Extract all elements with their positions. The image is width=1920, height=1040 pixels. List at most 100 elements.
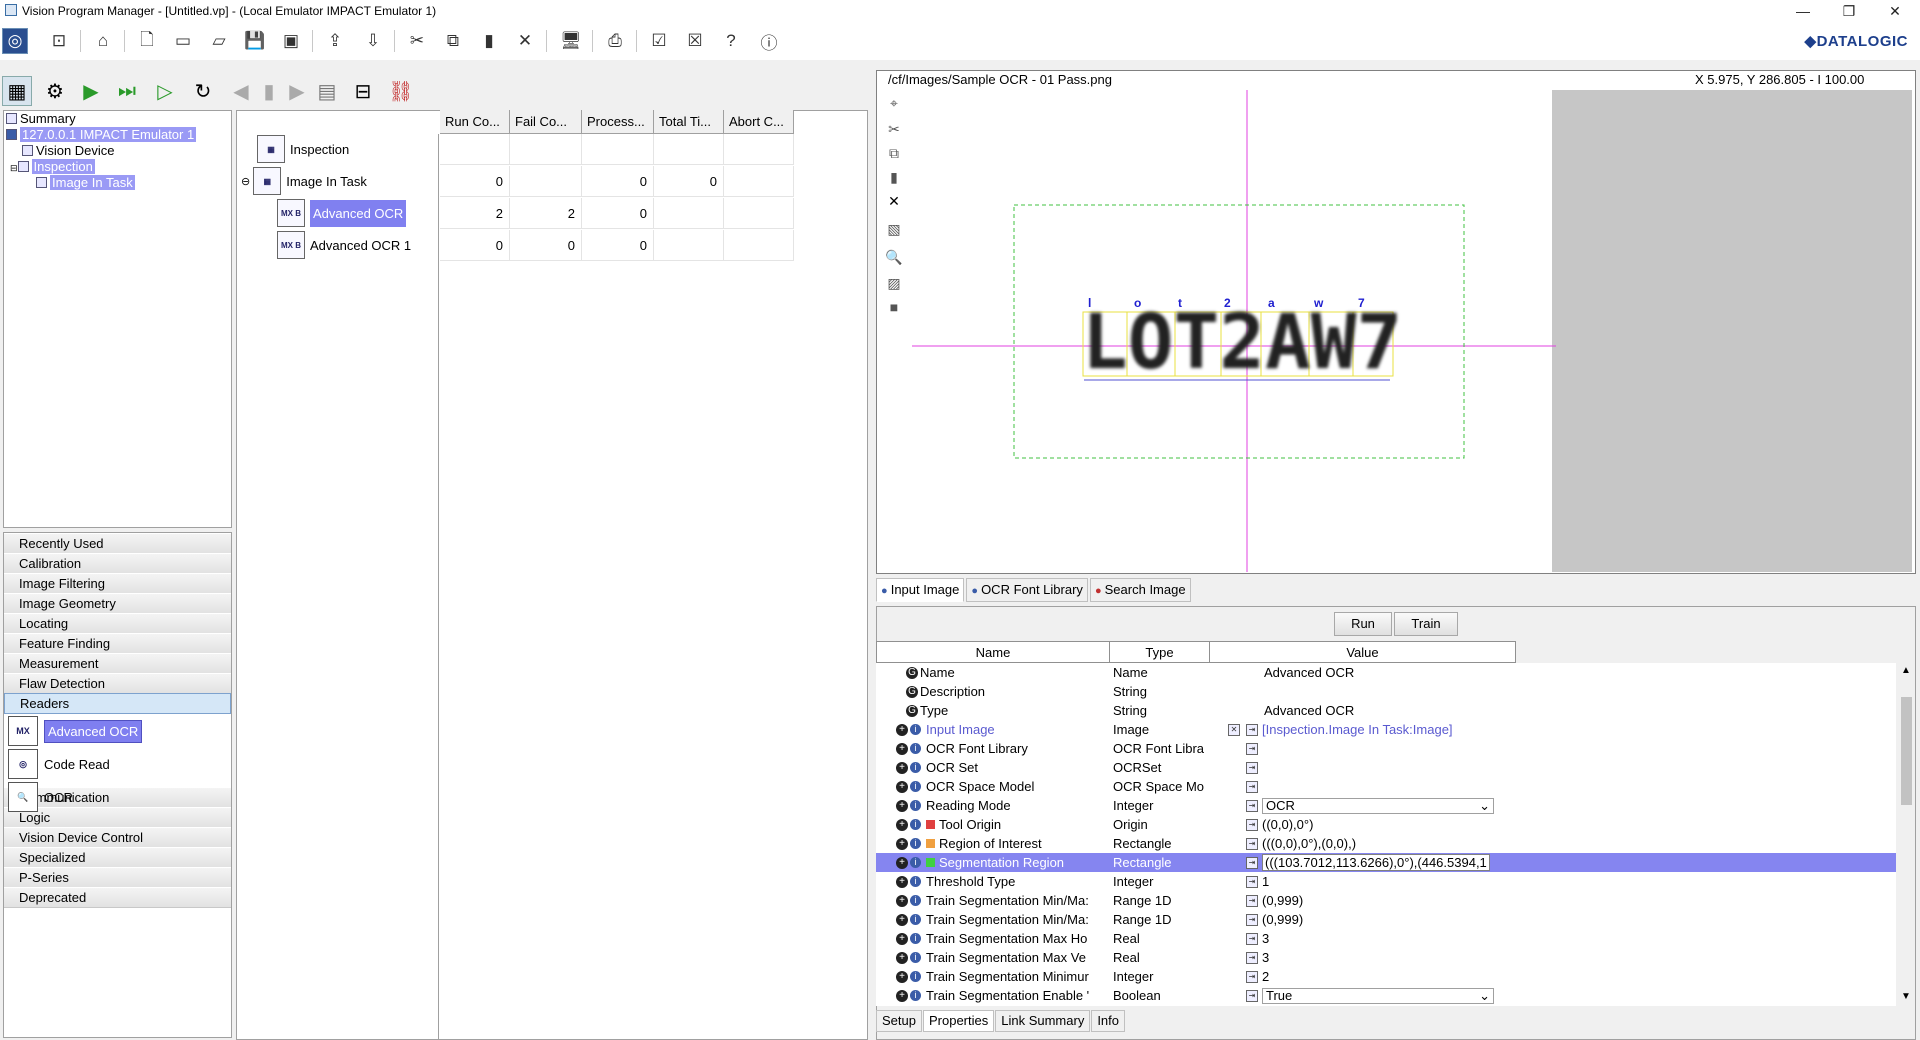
tab-input-image[interactable]: ● Input Image (876, 578, 965, 602)
link-icon[interactable]: ⇥ (1246, 837, 1258, 850)
delete-icon[interactable]: ✕ (512, 28, 538, 54)
zoom-icon[interactable]: 🔍 (885, 248, 903, 266)
tab-link-summary[interactable]: Link Summary (995, 1010, 1091, 1032)
property-value-cell[interactable]: ⇥ ((0,0),0°) (1210, 815, 1496, 834)
link-icon[interactable]: ⇥ (1246, 932, 1258, 945)
property-row[interactable]: + i OCR Set OCRSet ⇥ (876, 758, 1896, 777)
image-view-icon[interactable]: ▦ (2, 76, 32, 106)
link-icon[interactable]: ⇥ (1246, 989, 1258, 1002)
scroll-thumb[interactable] (1901, 697, 1912, 805)
tab-ocr-font-library[interactable]: ● OCR Font Library (966, 578, 1088, 602)
save-all-icon[interactable]: ▣ (278, 28, 304, 54)
link-icon[interactable]: ⇥ (1246, 875, 1258, 888)
property-row[interactable]: + i Region of Interest Rectangle ⇥ (((0,0),0°… (876, 834, 1896, 853)
expand-icon[interactable]: + (896, 894, 908, 907)
category-calibration[interactable]: Calibration (4, 553, 231, 574)
task-node[interactable]: MX B Advanced OCR (277, 198, 407, 228)
link-icon[interactable]: ⇥ (1246, 723, 1258, 736)
tree-device[interactable]: 127.0.0.1 IMPACT Emulator 1 (6, 127, 197, 142)
column-header[interactable]: Total Ti... (654, 110, 724, 134)
tool-ocr[interactable]: 🔍 OCR (8, 782, 73, 812)
tab-search-image[interactable]: ● Search Image (1089, 578, 1191, 602)
link-icon[interactable]: ⇥ (1246, 894, 1258, 907)
about-icon[interactable]: ⓘ (756, 28, 782, 54)
category-image-geometry[interactable]: Image Geometry (4, 593, 231, 614)
property-row[interactable]: + i Train Segmentation Min/Ma: Range 1D ⇥ (0,… (876, 891, 1896, 910)
run-step-icon[interactable]: ⏭ (112, 76, 142, 106)
vision-device-icon[interactable]: ◎ (2, 28, 28, 54)
property-value-cell[interactable]: ⇥ 3 (1210, 948, 1496, 967)
expand-icon[interactable]: + (896, 780, 908, 793)
upload-icon[interactable]: ⇪ (322, 28, 348, 54)
folder-icon[interactable]: ▱ (206, 28, 232, 54)
category-vision-device-control[interactable]: Vision Device Control (4, 827, 231, 848)
paste-icon[interactable]: ▮ (476, 28, 502, 54)
run-loop-icon[interactable]: ↻ (188, 76, 218, 106)
restore-button[interactable]: ❐ (1826, 0, 1872, 22)
tool-advanced-ocr[interactable]: MX Advanced OCR (8, 716, 143, 746)
property-row[interactable]: G Name Name Advanced OCR (876, 663, 1896, 682)
category-image-filtering[interactable]: Image Filtering (4, 573, 231, 594)
task-node[interactable]: ⊖ ▦ Image In Task (241, 166, 367, 196)
property-row[interactable]: + i Reading Mode Integer ⇥ OCR ⌄ (876, 796, 1896, 815)
expand-icon[interactable]: + (896, 799, 908, 812)
category-recently-used[interactable]: Recently Used (4, 533, 231, 554)
close-button[interactable]: ✕ (1872, 0, 1918, 22)
pause-icon[interactable]: ▮ (254, 76, 284, 106)
category-locating[interactable]: Locating (4, 613, 231, 634)
link-icon[interactable]: ⛓ (386, 76, 416, 106)
run-once-icon[interactable]: ▷ (150, 76, 180, 106)
download-icon[interactable]: ⇩ (360, 28, 386, 54)
expand-icon[interactable]: + (896, 913, 908, 926)
checklist-alt-icon[interactable]: ☒ (682, 28, 708, 54)
run-icon[interactable]: ▶ (76, 76, 106, 106)
link-icon[interactable]: ⇥ (1246, 761, 1258, 774)
cut-icon[interactable]: ✂ (404, 28, 430, 54)
cut-icon[interactable]: ✂ (885, 120, 903, 138)
property-dropdown[interactable]: OCR ⌄ (1262, 797, 1494, 814)
category-feature-finding[interactable]: Feature Finding (4, 633, 231, 654)
checklist-icon[interactable]: ☑ (646, 28, 672, 54)
pointer-icon[interactable]: ⌖ (885, 94, 903, 112)
property-value-cell[interactable]: ⇥ (0,999) (1210, 891, 1496, 910)
property-value-cell[interactable]: ⇥ True ⌄ (1210, 986, 1496, 1005)
property-value-cell[interactable]: ⇥ (((0,0),0°),(0,0),) (1210, 834, 1496, 853)
task-node[interactable]: MX B Advanced OCR 1 (277, 230, 411, 260)
property-row[interactable]: + i Train Segmentation Enable ' Boolean ⇥ Tru… (876, 986, 1896, 1005)
property-value-cell[interactable]: ⇥ OCR ⌄ (1210, 796, 1496, 815)
monitor-icon[interactable]: 🖥 (558, 28, 584, 54)
column-header[interactable]: Run Co... (440, 110, 510, 134)
counter-icon[interactable]: ⊟ (348, 76, 378, 106)
link-icon[interactable]: ⇥ (1246, 856, 1258, 869)
expand-icon[interactable]: + (896, 856, 908, 869)
link-icon[interactable]: ⇥ (1246, 970, 1258, 983)
property-row[interactable]: + i OCR Space Model OCR Space Mo ⇥ (876, 777, 1896, 796)
minimize-button[interactable]: — (1780, 0, 1826, 22)
expand-icon[interactable]: + (896, 723, 908, 736)
previous-icon[interactable]: ◀ (226, 76, 256, 106)
column-header[interactable]: Abort C... (724, 110, 794, 134)
property-value-cell[interactable]: ⇥ 3 (1210, 929, 1496, 948)
link-icon[interactable]: ⇥ (1246, 951, 1258, 964)
expand-icon[interactable]: + (896, 932, 908, 945)
print-icon[interactable]: ⎙ (602, 28, 628, 54)
category-p-series[interactable]: P-Series (4, 867, 231, 888)
category-flaw-detection[interactable]: Flaw Detection (4, 673, 231, 694)
next-icon[interactable]: ▶ (282, 76, 312, 106)
tool-code-read[interactable]: ◎ Code Read (8, 749, 110, 779)
link-icon[interactable]: ⇥ (1246, 913, 1258, 926)
clear-link-icon[interactable]: ✕ (1228, 723, 1240, 736)
open-folder-icon[interactable]: ▭ (170, 28, 196, 54)
tree-image-in-task[interactable]: Image In Task (36, 175, 135, 190)
copy-icon[interactable]: ⧉ (885, 144, 903, 162)
property-row[interactable]: G Type String Advanced OCR (876, 701, 1896, 720)
tab-setup[interactable]: Setup (876, 1010, 922, 1032)
category-deprecated[interactable]: Deprecated (4, 887, 231, 908)
property-value-cell[interactable]: ⇥ (1210, 777, 1496, 796)
stop-icon[interactable]: ⊡ (46, 28, 72, 54)
column-header[interactable]: Process... (582, 110, 654, 134)
scroll-down-icon[interactable]: ▼ (1901, 991, 1911, 1002)
collapse-icon[interactable]: ⊖ (241, 175, 250, 188)
tree-vision-device[interactable]: Vision Device (22, 143, 115, 158)
property-row[interactable]: + i Train Segmentation Min/Ma: Range 1D ⇥ (0,… (876, 910, 1896, 929)
